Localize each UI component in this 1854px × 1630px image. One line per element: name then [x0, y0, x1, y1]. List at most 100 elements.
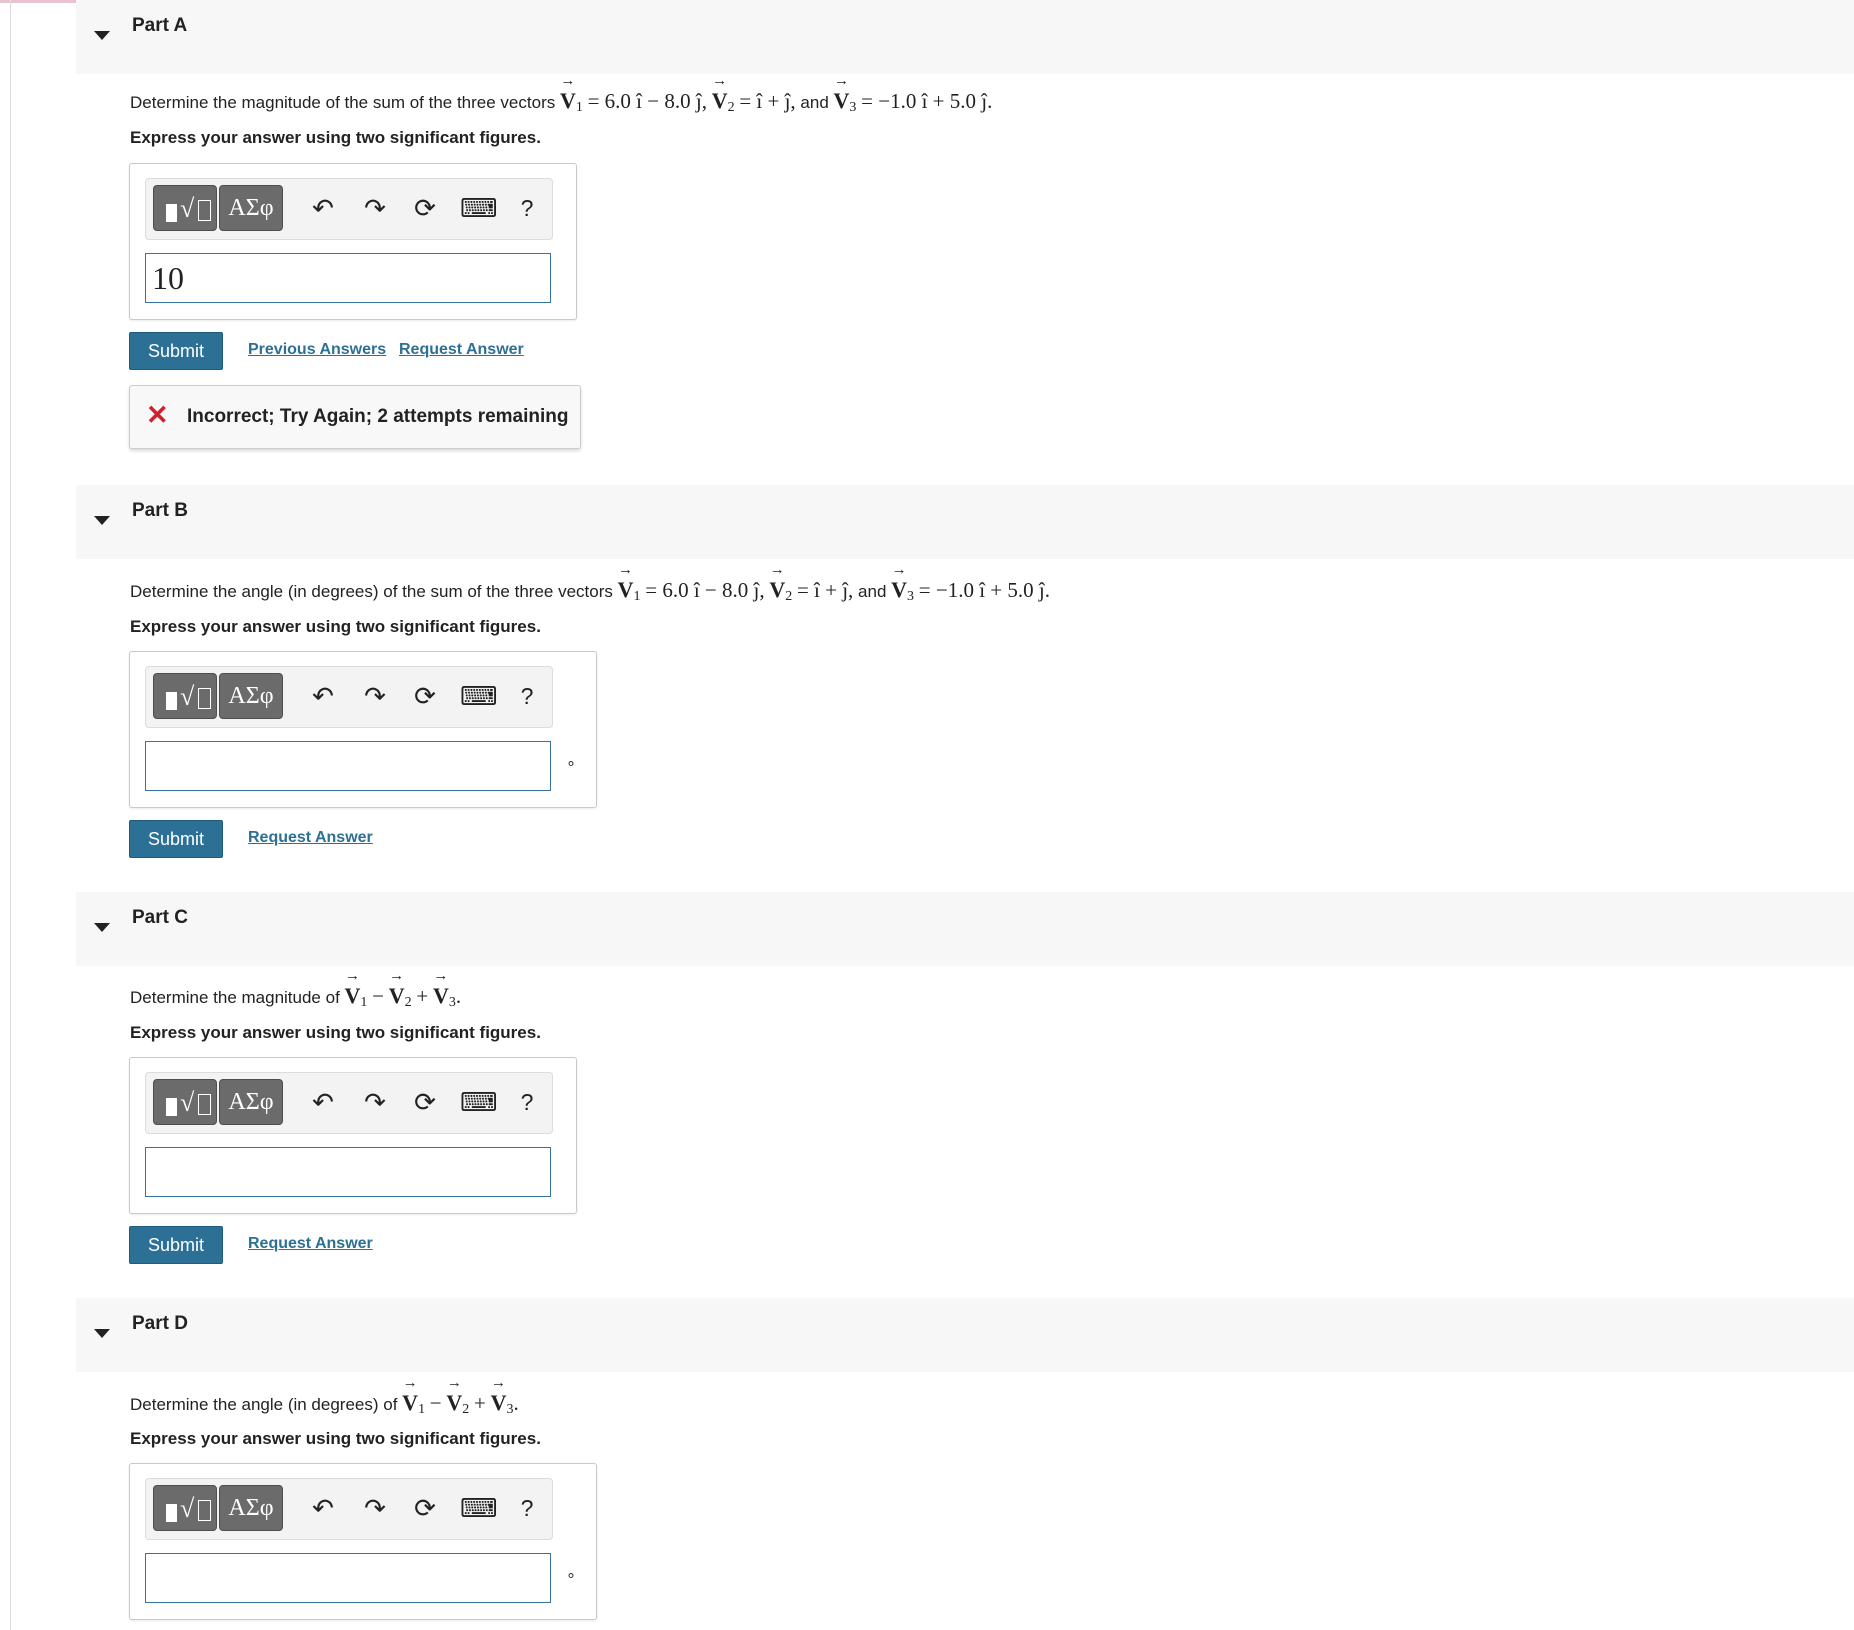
greek-symbols-button[interactable]: ΑΣφ: [219, 673, 283, 719]
answer-box: √ ΑΣφ ↶ ↷ ⟳ ⌨ ? ∘: [129, 1463, 597, 1620]
prompt-and: and: [800, 93, 829, 112]
redo-icon[interactable]: ↷: [358, 679, 392, 713]
undo-icon[interactable]: ↶: [306, 1491, 340, 1525]
prompt-text: Determine the angle (in degrees) of the …: [130, 582, 613, 601]
math-toolbar: √ ΑΣφ ↶ ↷ ⟳ ⌨ ?: [145, 178, 553, 240]
subscript: 3: [448, 995, 456, 1010]
undo-icon[interactable]: ↶: [306, 679, 340, 713]
help-icon[interactable]: ?: [510, 1491, 544, 1525]
subscript: 1: [575, 100, 583, 115]
keyboard-icon[interactable]: ⌨: [460, 191, 498, 225]
collapse-caret-icon[interactable]: [94, 923, 110, 932]
v2-expression: = î + ĵ,: [796, 578, 854, 602]
submit-button[interactable]: Submit: [129, 1226, 223, 1264]
part-title: Part C: [132, 907, 188, 928]
part-title: Part A: [132, 15, 188, 36]
help-icon[interactable]: ?: [510, 191, 544, 225]
submit-button[interactable]: Submit: [129, 332, 223, 370]
part-a-header[interactable]: Part A: [76, 0, 1854, 74]
vector-v1: → V: [344, 968, 361, 1008]
left-border: [10, 0, 11, 1630]
undo-icon[interactable]: ↶: [306, 1085, 340, 1119]
subscript: 2: [727, 100, 735, 115]
templates-button[interactable]: √: [153, 1485, 217, 1531]
period: .: [455, 984, 462, 1008]
reset-icon[interactable]: ⟳: [408, 1085, 442, 1119]
templates-button[interactable]: √: [153, 1079, 217, 1125]
subscript: 2: [404, 995, 412, 1010]
degree-unit: ∘: [566, 755, 577, 772]
math-toolbar: √ ΑΣφ ↶ ↷ ⟳ ⌨ ?: [145, 1072, 553, 1134]
feedback-text: Incorrect; Try Again; 2 attempts remaini…: [187, 406, 569, 427]
v3-expression: = −1.0 î + 5.0 ĵ.: [918, 578, 1050, 602]
feedback-box: ✕ Incorrect; Try Again; 2 attempts remai…: [129, 385, 581, 449]
vector-v1: → V: [617, 562, 634, 602]
plus-sign: +: [416, 984, 429, 1008]
request-answer-link[interactable]: Request Answer: [248, 1235, 373, 1253]
question-prompt: Determine the magnitude of the sum of th…: [130, 73, 993, 116]
answer-input[interactable]: 10: [145, 253, 551, 303]
answer-box: √ ΑΣφ ↶ ↷ ⟳ ⌨ ? 10: [129, 163, 577, 320]
part-d-header[interactable]: Part D: [76, 1298, 1854, 1372]
redo-icon[interactable]: ↷: [358, 1085, 392, 1119]
templates-button[interactable]: √: [153, 673, 217, 719]
v3-expression: = −1.0 î + 5.0 ĵ.: [861, 89, 993, 113]
help-icon[interactable]: ?: [510, 679, 544, 713]
part-b-header[interactable]: Part B: [76, 485, 1854, 559]
incorrect-x-icon: ✕: [146, 400, 169, 430]
reset-icon[interactable]: ⟳: [408, 1491, 442, 1525]
subscript: 3: [907, 589, 915, 604]
v2-expression: = î + ĵ,: [739, 89, 796, 113]
collapse-caret-icon[interactable]: [94, 1329, 110, 1338]
greek-symbols-button[interactable]: ΑΣφ: [219, 185, 283, 231]
greek-symbols-button[interactable]: ΑΣφ: [219, 1079, 283, 1125]
vector-v3: → V: [833, 73, 850, 113]
minus-sign: −: [429, 1391, 442, 1415]
undo-icon[interactable]: ↶: [306, 191, 340, 225]
subscript: 1: [360, 995, 368, 1010]
math-toolbar: √ ΑΣφ ↶ ↷ ⟳ ⌨ ?: [145, 1478, 553, 1540]
question-prompt: Determine the magnitude of → V1 − → V2 + →…: [130, 968, 462, 1011]
request-answer-link[interactable]: Request Answer: [248, 829, 373, 847]
vector-v2: → V: [388, 968, 405, 1008]
vector-v1: → V: [402, 1375, 419, 1415]
subscript: 3: [849, 100, 857, 115]
answer-input[interactable]: [145, 741, 551, 791]
question-prompt: Determine the angle (in degrees) of → V1 …: [130, 1375, 519, 1418]
redo-icon[interactable]: ↷: [358, 191, 392, 225]
part-c-header[interactable]: Part C: [76, 892, 1854, 966]
keyboard-icon[interactable]: ⌨: [460, 1491, 498, 1525]
reset-icon[interactable]: ⟳: [408, 679, 442, 713]
keyboard-icon[interactable]: ⌨: [460, 679, 498, 713]
period: .: [513, 1391, 519, 1415]
collapse-caret-icon[interactable]: [94, 516, 110, 525]
plus-sign: +: [474, 1391, 486, 1415]
submit-button[interactable]: Submit: [129, 820, 223, 858]
vector-v1: → V: [559, 73, 576, 113]
prompt-text: Determine the angle (in degrees) of: [130, 1395, 398, 1414]
degree-unit: ∘: [566, 1567, 577, 1584]
answer-instruction: Express your answer using two significan…: [130, 617, 541, 636]
answer-input[interactable]: [145, 1553, 551, 1603]
vector-v3: → V: [891, 562, 908, 602]
redo-icon[interactable]: ↷: [358, 1491, 392, 1525]
help-icon[interactable]: ?: [510, 1085, 544, 1119]
question-prompt: Determine the angle (in degrees) of the …: [130, 562, 1050, 605]
answer-input[interactable]: [145, 1147, 551, 1197]
previous-answers-link[interactable]: Previous Answers: [248, 341, 386, 359]
request-answer-link[interactable]: Request Answer: [399, 341, 524, 359]
prompt-text: Determine the magnitude of the sum of th…: [130, 93, 556, 112]
answer-box: √ ΑΣφ ↶ ↷ ⟳ ⌨ ? ∘: [129, 651, 597, 808]
vector-v2: → V: [769, 562, 786, 602]
prompt-and: and: [858, 582, 887, 601]
vector-v3: → V: [490, 1375, 507, 1415]
prompt-text: Determine the magnitude of: [130, 988, 340, 1007]
greek-symbols-button[interactable]: ΑΣφ: [219, 1485, 283, 1531]
subscript: 2: [785, 589, 793, 604]
templates-button[interactable]: √: [153, 185, 217, 231]
collapse-caret-icon[interactable]: [94, 31, 110, 40]
reset-icon[interactable]: ⟳: [408, 191, 442, 225]
keyboard-icon[interactable]: ⌨: [460, 1085, 498, 1119]
vector-v2: → V: [711, 73, 728, 113]
subscript: 2: [462, 1402, 470, 1417]
